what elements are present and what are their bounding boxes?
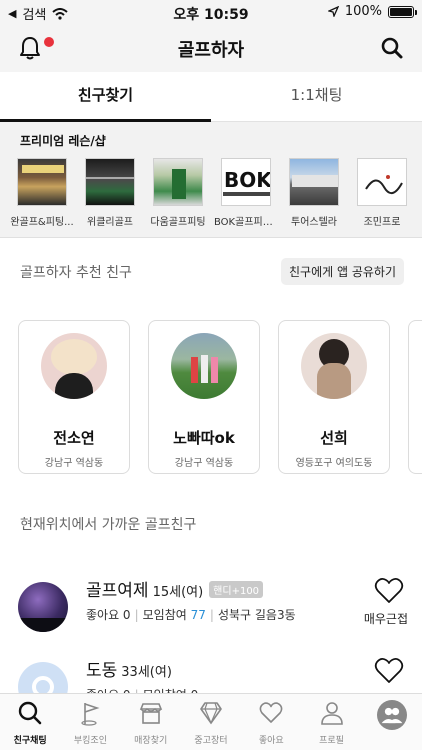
share-app-button[interactable]: 친구에게 앱 공유하기: [281, 258, 404, 285]
shop-thumbnail: [288, 158, 339, 206]
nav-likes[interactable]: 좋아요: [241, 694, 301, 750]
nav-label: 부킹조인: [73, 736, 107, 746]
diamond-icon: [200, 702, 222, 725]
location-arrow-icon: [327, 6, 339, 17]
proximity-label: 매우근접: [363, 612, 408, 626]
shop-item[interactable]: 조민프로: [354, 158, 409, 228]
premium-section: 프리미엄 레슨/샵 완골프&피팅... 위클리골프 다움골프피팅 BOK BOK…: [0, 122, 422, 238]
friend-location: 강남구 역삼동: [174, 458, 234, 469]
nearby-title: 현재위치에서 가까운 골프친구: [20, 517, 197, 533]
user-meta: 좋아요 0 | 모임참여 77 | 성북구 길음3동: [86, 606, 296, 623]
avatar: [171, 333, 237, 399]
heart-icon[interactable]: [374, 576, 404, 604]
nav-profile[interactable]: 프로필: [301, 694, 361, 750]
nav-label: 중고장터: [194, 736, 228, 746]
shop-name: 투어스텔라: [291, 217, 337, 228]
app-header: 골프하자: [0, 24, 422, 72]
list-item[interactable]: 골프여제 15세(여) 핸디+100 좋아요 0 | 모임참여 77 | 성북구 길음3동 …: [0, 576, 422, 660]
friend-card[interactable]: 노빠따ok 강남구 역삼동: [148, 320, 260, 474]
nav-booking-join[interactable]: 부킹조인: [60, 694, 120, 750]
friend-card-partial[interactable]: [408, 320, 422, 474]
status-right: 100%: [327, 4, 417, 19]
meeting-count: 77: [190, 608, 206, 622]
shop-name: 다움골프피팅: [150, 217, 206, 228]
shop-thumbnail: [16, 158, 67, 206]
friend-location: 강남구 역삼동: [44, 458, 104, 469]
flag-icon: [81, 703, 100, 726]
tab-find-friends[interactable]: 친구찾기: [0, 72, 211, 122]
battery-percent: 100%: [344, 4, 382, 19]
nav-friend-chat[interactable]: 친구채팅: [0, 694, 60, 750]
shop-name: 위클리골프: [87, 217, 133, 228]
shop-item[interactable]: 투어스텔라: [286, 158, 341, 228]
shop-thumbnail: [152, 158, 203, 206]
meeting-label: 모임참여: [142, 608, 187, 622]
tab-chat[interactable]: 1:1채팅: [211, 72, 422, 121]
svg-text:BOK: BOK: [224, 168, 271, 192]
shop-item[interactable]: 위클리골프: [82, 158, 137, 228]
search-button[interactable]: [380, 36, 406, 62]
user-name: 골프여제: [86, 581, 149, 601]
shop-name: BOK골프피팅...: [214, 217, 278, 228]
page-title: 골프하자: [177, 40, 245, 61]
recommend-title: 골프하자 추천 친구: [20, 265, 132, 281]
people-icon: [376, 700, 407, 730]
shop-item[interactable]: 다움골프피팅: [150, 158, 206, 228]
nav-label: 좋아요: [258, 736, 284, 746]
user-location: 성북구 길음3동: [217, 608, 296, 622]
shop-list: 완골프&피팅... 위클리골프 다움골프피팅 BOK BOK골프피팅... 투어…: [10, 158, 409, 228]
friend-card[interactable]: 선희 영등포구 여의도동: [278, 320, 390, 474]
avatar: [18, 582, 68, 632]
search-icon: [381, 37, 403, 59]
bok-logo-icon: BOK: [222, 168, 271, 196]
calligraphy-logo-icon: [364, 175, 403, 194]
heart-icon[interactable]: [374, 656, 404, 684]
shop-name: 완골프&피팅...: [10, 217, 74, 228]
avatar: [41, 333, 107, 399]
user-name: 도동: [86, 661, 118, 681]
handicap-badge: 핸디+100: [209, 581, 264, 598]
avatar: [301, 333, 367, 399]
shop-item[interactable]: 완골프&피팅...: [10, 158, 74, 228]
shop-logo: BOK: [220, 158, 271, 206]
status-bar: ◀ 검색 오후 10:59 100%: [0, 0, 422, 24]
shop-thumbnail: [84, 158, 135, 206]
friend-location: 영등포구 여의도동: [295, 458, 373, 469]
person-icon: [320, 702, 343, 725]
shop-logo: [356, 158, 407, 206]
user-name-line: 도동 33세(여): [86, 656, 172, 681]
likes-count: 좋아요 0: [86, 608, 131, 622]
nav-label: 매장찾기: [134, 736, 168, 746]
friend-card[interactable]: 전소연 강남구 역삼동: [18, 320, 130, 474]
store-icon: [139, 703, 162, 724]
friend-name: 선희: [320, 429, 348, 447]
friend-card-list: 전소연 강남구 역삼동 노빠따ok 강남구 역삼동 선희 영등포구 여의도동: [18, 320, 422, 474]
nav-store-finder[interactable]: 매장찾기: [121, 694, 181, 750]
battery-icon: [388, 5, 417, 18]
shop-name: 조민프로: [363, 217, 401, 228]
nav-label: 프로필: [319, 736, 344, 746]
divider: |: [134, 608, 139, 622]
bottom-nav: 친구채팅 부킹조인 매장찾기 중고장터 좋아요 프로필: [0, 693, 422, 750]
nav-label: 친구채팅: [13, 736, 47, 746]
shop-item[interactable]: BOK BOK골프피팅...: [214, 158, 278, 228]
premium-title: 프리미엄 레슨/샵: [20, 134, 106, 148]
user-age: 33세(여): [121, 665, 172, 680]
user-age: 15세(여): [152, 585, 204, 600]
nav-used-market[interactable]: 중고장터: [181, 694, 241, 750]
nav-group[interactable]: [362, 694, 422, 750]
tab-bar: 친구찾기 1:1채팅: [0, 72, 422, 122]
friend-name: 전소연: [53, 429, 95, 447]
search-icon: [18, 701, 42, 725]
heart-icon: [259, 702, 283, 723]
friend-name: 노빠따ok: [173, 429, 235, 447]
divider: |: [209, 608, 214, 622]
user-name-line: 골프여제 15세(여) 핸디+100: [86, 576, 264, 601]
